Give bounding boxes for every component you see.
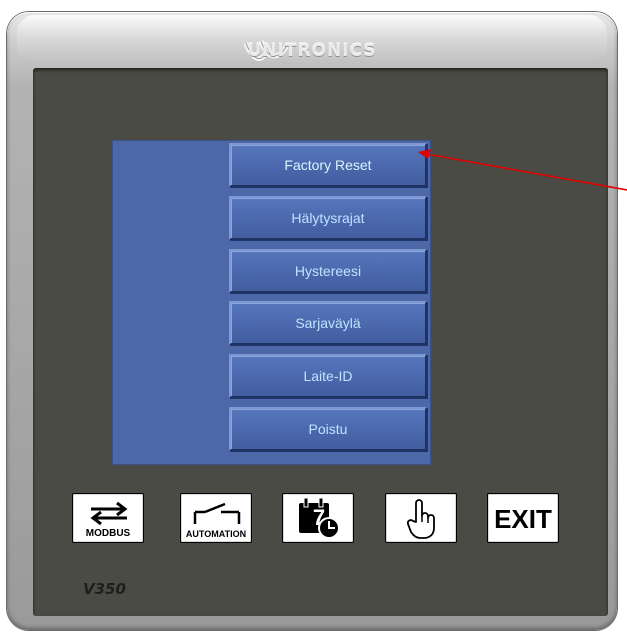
pointing-hand-icon <box>406 499 435 539</box>
automation-label: AUTOMATION <box>185 529 247 539</box>
device-header: UNITRONICS <box>17 15 607 67</box>
hystereesi-button[interactable]: Hystereesi <box>229 249 427 293</box>
exit-key[interactable]: EXIT <box>487 493 559 543</box>
factory-reset-button[interactable]: Factory Reset <box>229 143 427 187</box>
transfer-arrows-icon <box>90 501 128 525</box>
halytysrajat-button[interactable]: Hälytysrajat <box>229 196 427 240</box>
touch-key[interactable] <box>385 493 457 543</box>
laite-id-button[interactable]: Laite-ID <box>229 354 427 398</box>
modbus-key[interactable]: MODBUS <box>72 493 144 543</box>
hmi-screen: Factory Reset Hälytysrajat Hystereesi Sa… <box>112 140 431 465</box>
calendar-key[interactable]: 7 <box>282 493 354 543</box>
model-label: V350 <box>83 580 126 598</box>
modbus-label: MODBUS <box>85 528 131 539</box>
automation-key[interactable]: AUTOMATION <box>180 493 252 543</box>
switch-contact-icon <box>193 502 241 524</box>
brand-name: UNITRONICS <box>247 41 377 61</box>
exit-label: EXIT <box>494 504 552 534</box>
calendar-day: 7 <box>312 505 326 530</box>
poistu-button[interactable]: Poistu <box>229 407 427 451</box>
sarjavayla-button[interactable]: Sarjaväylä <box>229 301 427 345</box>
